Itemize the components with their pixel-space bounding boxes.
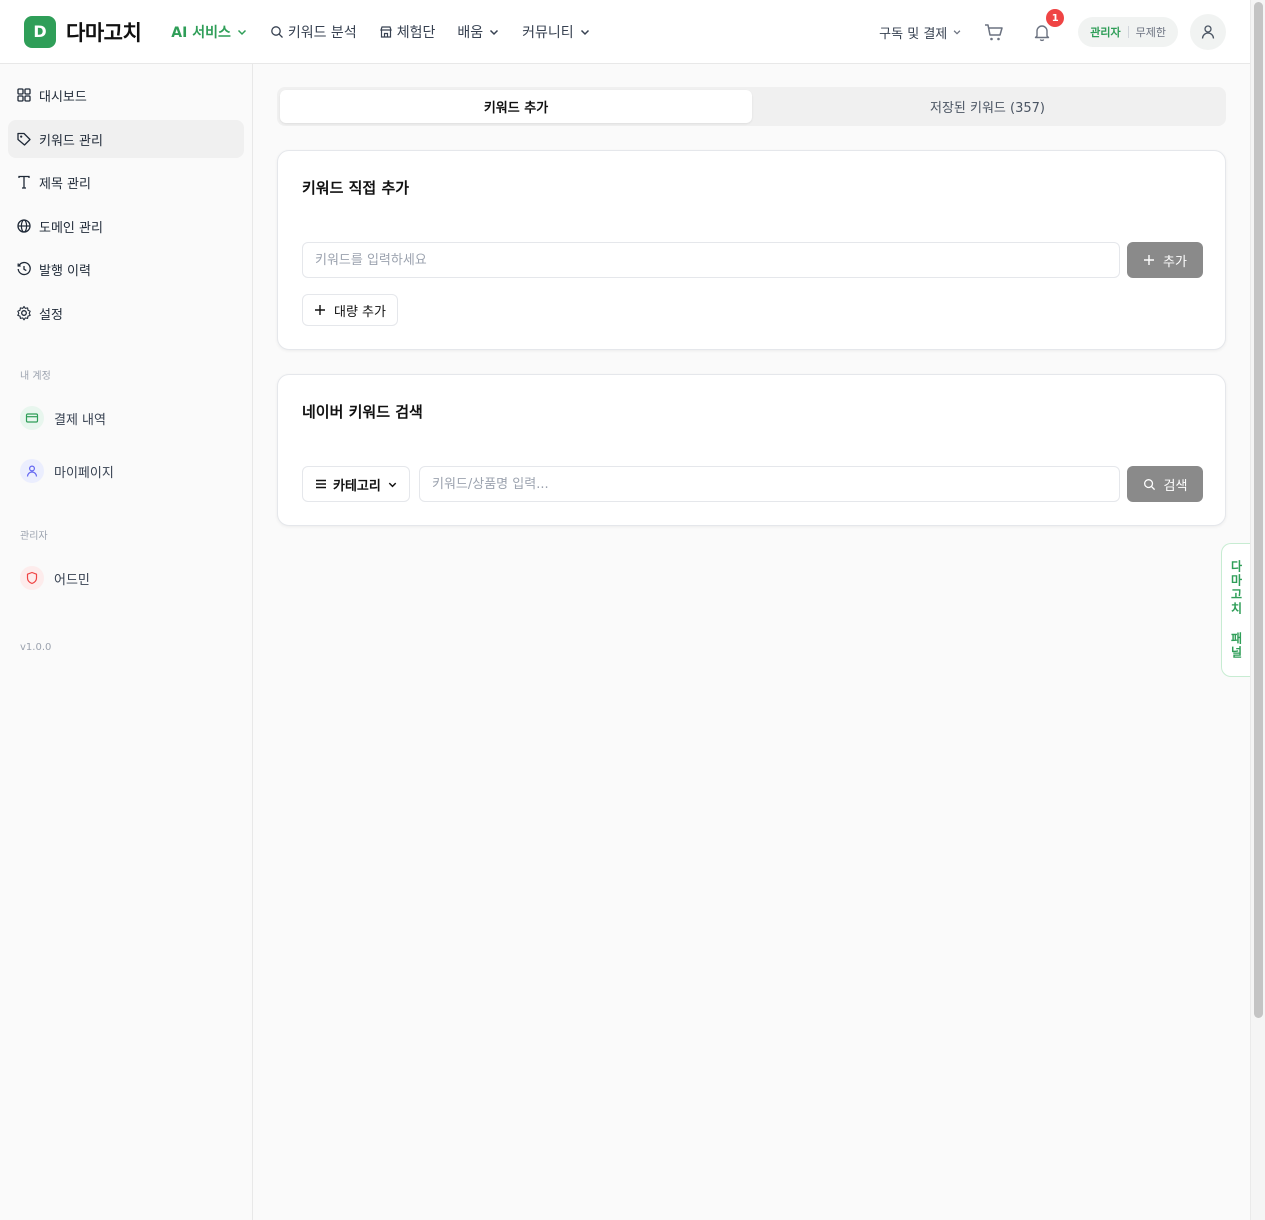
role-badge: 관리자 무제한: [1078, 17, 1178, 47]
keyword-tabs: 키워드 추가 저장된 키워드 (357): [277, 87, 1226, 126]
search-label: 검색: [1163, 478, 1188, 494]
credit-card-icon: [20, 406, 44, 430]
bulk-add-label: 대량 추가: [334, 304, 386, 320]
dashboard-icon: [17, 88, 31, 102]
nav-learning[interactable]: 배움: [457, 22, 500, 42]
chevron-down-icon: [237, 29, 246, 35]
add-keyword-label: 추가: [1163, 254, 1187, 270]
shield-icon: [20, 566, 44, 590]
header-actions: 구독 및 결제 1 관리자 무제한: [879, 0, 1226, 64]
text-icon: [18, 175, 30, 189]
add-keyword-button[interactable]: 추가: [1127, 242, 1203, 278]
tab-add-keyword[interactable]: 키워드 추가: [280, 90, 752, 123]
sidebar-item-label: 어드민: [54, 572, 90, 588]
subscription-label: 구독 및 결제: [879, 26, 948, 42]
sidebar-item-label: 제목 관리: [39, 176, 91, 192]
bulk-add-button[interactable]: 대량 추가: [302, 294, 398, 326]
nav-experience-group[interactable]: 체험단: [379, 22, 436, 42]
search-button[interactable]: 검색: [1127, 466, 1203, 502]
store-icon: [379, 25, 392, 38]
nav-experience-group-label: 체험단: [396, 24, 436, 41]
category-dropdown[interactable]: 카테고리: [302, 466, 410, 502]
direct-add-card: 키워드 직접 추가 추가 대량 추가: [277, 150, 1226, 350]
account-section-title: 내 계정: [20, 371, 51, 382]
sidebar-item-label: 발행 이력: [39, 263, 91, 279]
notification-button[interactable]: 1: [1030, 9, 1065, 44]
nav-learning-label: 배움: [457, 24, 484, 41]
sidebar-item-label: 마이페이지: [54, 465, 114, 481]
logo[interactable]: D 다마고치: [24, 15, 142, 48]
chevron-down-icon: [388, 482, 397, 487]
direct-add-title: 키워드 직접 추가: [302, 179, 410, 197]
user-avatar-button[interactable]: [1190, 14, 1226, 50]
subscription-menu[interactable]: 구독 및 결제: [879, 23, 962, 42]
sidebar-item-settings[interactable]: 설정: [8, 294, 244, 332]
tag-icon: [17, 132, 31, 146]
sidebar-item-label: 대시보드: [39, 89, 87, 105]
sidebar-item-dashboard[interactable]: 대시보드: [8, 76, 244, 114]
user-icon: [1201, 25, 1215, 39]
sidebar-item-keywords[interactable]: 키워드 관리: [8, 120, 244, 158]
plan-label: 무제한: [1135, 26, 1166, 39]
top-header: D 다마고치 AI 서비스 키워드 분석 체험단 배움 커뮤니티 구독 및 결제: [0, 0, 1250, 64]
damagochi-panel-toggle[interactable]: 다마고치 패널: [1221, 543, 1251, 677]
gear-icon: [17, 305, 31, 321]
plus-icon: [1144, 255, 1155, 265]
chevron-down-icon: [490, 29, 499, 35]
sidebar-item-titles[interactable]: 제목 관리: [8, 163, 244, 201]
nav-keyword-analysis[interactable]: 키워드 분석: [270, 22, 357, 42]
nav-ai-services-label: AI 서비스: [171, 24, 231, 41]
cart-button[interactable]: [982, 20, 1006, 44]
cart-icon: [985, 24, 1003, 41]
notification-count-badge: 1: [1046, 9, 1065, 27]
sidebar-item-mypage[interactable]: 마이페이지: [20, 459, 114, 483]
sidebar-item-label: 도메인 관리: [39, 220, 103, 236]
user-icon: [20, 459, 44, 483]
nav-community[interactable]: 커뮤니티: [522, 22, 591, 42]
scrollbar-thumb[interactable]: [1254, 2, 1263, 1018]
app-version: v1.0.0: [20, 642, 52, 653]
naver-keyword-input[interactable]: [419, 466, 1120, 502]
sidebar-item-label: 키워드 관리: [39, 133, 103, 149]
menu-icon: [316, 479, 326, 489]
nav-ai-services[interactable]: AI 서비스: [171, 22, 248, 42]
role-label: 관리자: [1090, 26, 1121, 39]
page-scrollbar[interactable]: [1250, 0, 1265, 1220]
keyword-input[interactable]: [302, 242, 1120, 278]
search-icon: [270, 25, 283, 38]
naver-search-card: 네이버 키워드 검색 카테고리 검색: [277, 374, 1226, 526]
sidebar-item-admin[interactable]: 어드민: [20, 566, 90, 590]
logo-text: 다마고치: [66, 20, 142, 45]
plus-icon: [315, 305, 325, 315]
globe-icon: [17, 219, 31, 233]
sidebar-item-label: 설정: [39, 307, 63, 323]
sidebar-item-history[interactable]: 발행 이력: [8, 250, 244, 288]
sidebar: 대시보드 키워드 관리 제목 관리 도메인 관리 발행 이력 설정 내 계정 결…: [0, 64, 253, 1220]
nav-community-label: 커뮤니티: [522, 24, 574, 41]
category-label: 카테고리: [333, 478, 381, 494]
sidebar-item-label: 결제 내역: [54, 412, 106, 428]
side-panel-label: 다마고치 패널: [1229, 560, 1243, 660]
chevron-down-icon: [953, 30, 961, 35]
sidebar-item-billing[interactable]: 결제 내역: [20, 406, 106, 430]
nav-keyword-analysis-label: 키워드 분석: [287, 24, 357, 41]
role-divider: [1127, 26, 1129, 38]
main-nav: AI 서비스 키워드 분석 체험단 배움 커뮤니티: [171, 22, 612, 42]
naver-search-title: 네이버 키워드 검색: [302, 403, 423, 421]
sidebar-item-domains[interactable]: 도메인 관리: [8, 207, 244, 245]
tab-saved-keywords[interactable]: 저장된 키워드 (357): [752, 90, 1223, 123]
history-icon: [17, 261, 31, 276]
chevron-down-icon: [580, 29, 589, 35]
search-icon: [1143, 478, 1155, 490]
admin-section-title: 관리자: [20, 531, 48, 542]
logo-badge: D: [24, 15, 56, 48]
